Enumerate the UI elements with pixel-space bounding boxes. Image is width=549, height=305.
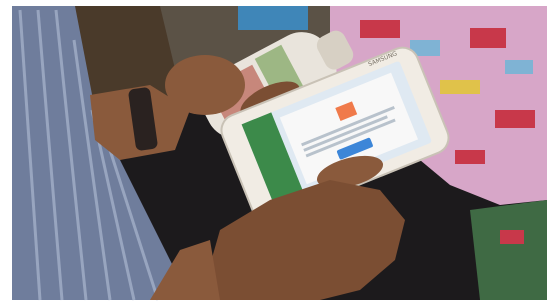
photo-scene: SAMSUNG — [0, 0, 549, 305]
green-cloth — [470, 200, 547, 300]
photo-frame: SAMSUNG — [0, 0, 549, 305]
monitor-screen — [238, 6, 308, 30]
hand-holding-bottle — [165, 55, 245, 115]
cloth-pattern — [500, 230, 524, 244]
